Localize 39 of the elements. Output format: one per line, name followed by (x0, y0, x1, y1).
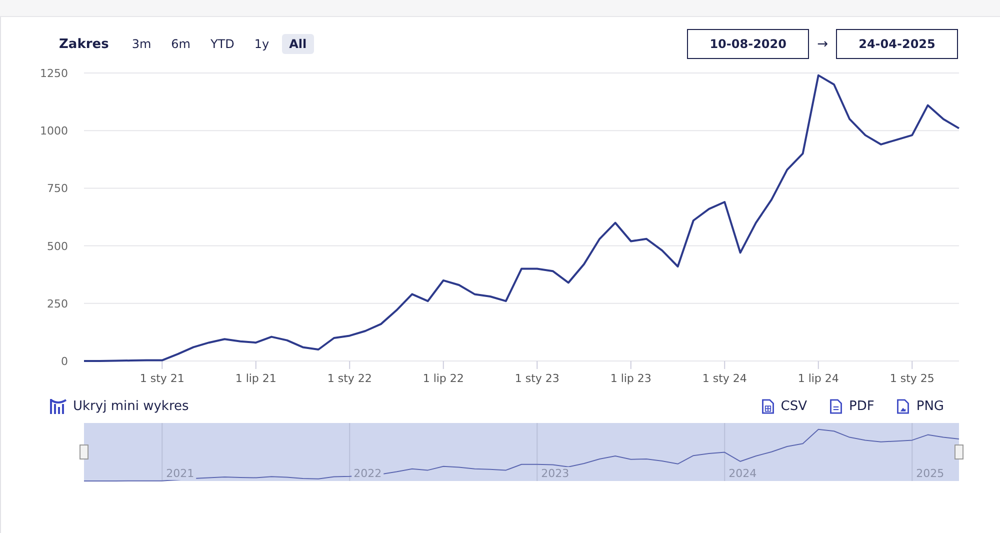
document-file-icon (829, 398, 844, 414)
export-button[interactable]: CSV (760, 398, 808, 414)
navigator-year-label: 2025 (916, 467, 944, 480)
y-axis-label: 0 (61, 355, 68, 368)
x-axis-label: 1 lip 21 (235, 372, 276, 385)
y-axis-label: 250 (47, 297, 68, 310)
range-separator: → (817, 36, 828, 52)
range-button[interactable]: All (282, 34, 314, 54)
image-file-icon (896, 398, 910, 414)
left-handle[interactable] (80, 444, 88, 460)
x-axis-label: 1 sty 24 (702, 372, 747, 385)
x-axis-label: 1 lip 22 (422, 372, 464, 385)
x-axis-label: 1 sty 25 (890, 372, 934, 385)
x-axis-label: 1 sty 22 (327, 372, 372, 385)
bar-chart-icon (49, 397, 67, 415)
y-axis-label: 1250 (40, 67, 68, 80)
range-button[interactable]: 1y (247, 34, 276, 54)
range-button[interactable]: 6m (164, 34, 198, 54)
x-axis-label: 1 lip 24 (798, 372, 839, 385)
navigator-year-label: 2023 (541, 467, 570, 480)
navigator-year-label: 2021 (166, 467, 194, 480)
navigator-year-label: 2024 (728, 467, 757, 480)
range-button[interactable]: 3m (124, 34, 158, 54)
export-button[interactable]: PNG (896, 398, 944, 414)
y-axis-label: 500 (47, 240, 68, 253)
start-date-field[interactable]: 10-08-2020 (687, 29, 810, 59)
navigator-year-label: 2022 (354, 467, 382, 480)
x-axis-label: 1 sty 23 (514, 372, 560, 385)
right-handle[interactable] (954, 444, 964, 460)
y-axis-label: 1000 (40, 124, 68, 138)
hide-mini-chart-button[interactable]: Ukryj mini wykres (49, 397, 189, 415)
x-axis-label: 1 lip 23 (610, 372, 652, 385)
range-label: Zakres (59, 36, 109, 52)
spreadsheet-file-icon (760, 398, 775, 414)
range-button[interactable]: YTD (203, 34, 242, 54)
export-button[interactable]: PDF (829, 398, 874, 414)
end-date-field[interactable]: 24-04-2025 (836, 29, 958, 59)
x-axis-label: 1 sty 21 (140, 372, 184, 385)
y-axis-label: 750 (47, 182, 68, 196)
